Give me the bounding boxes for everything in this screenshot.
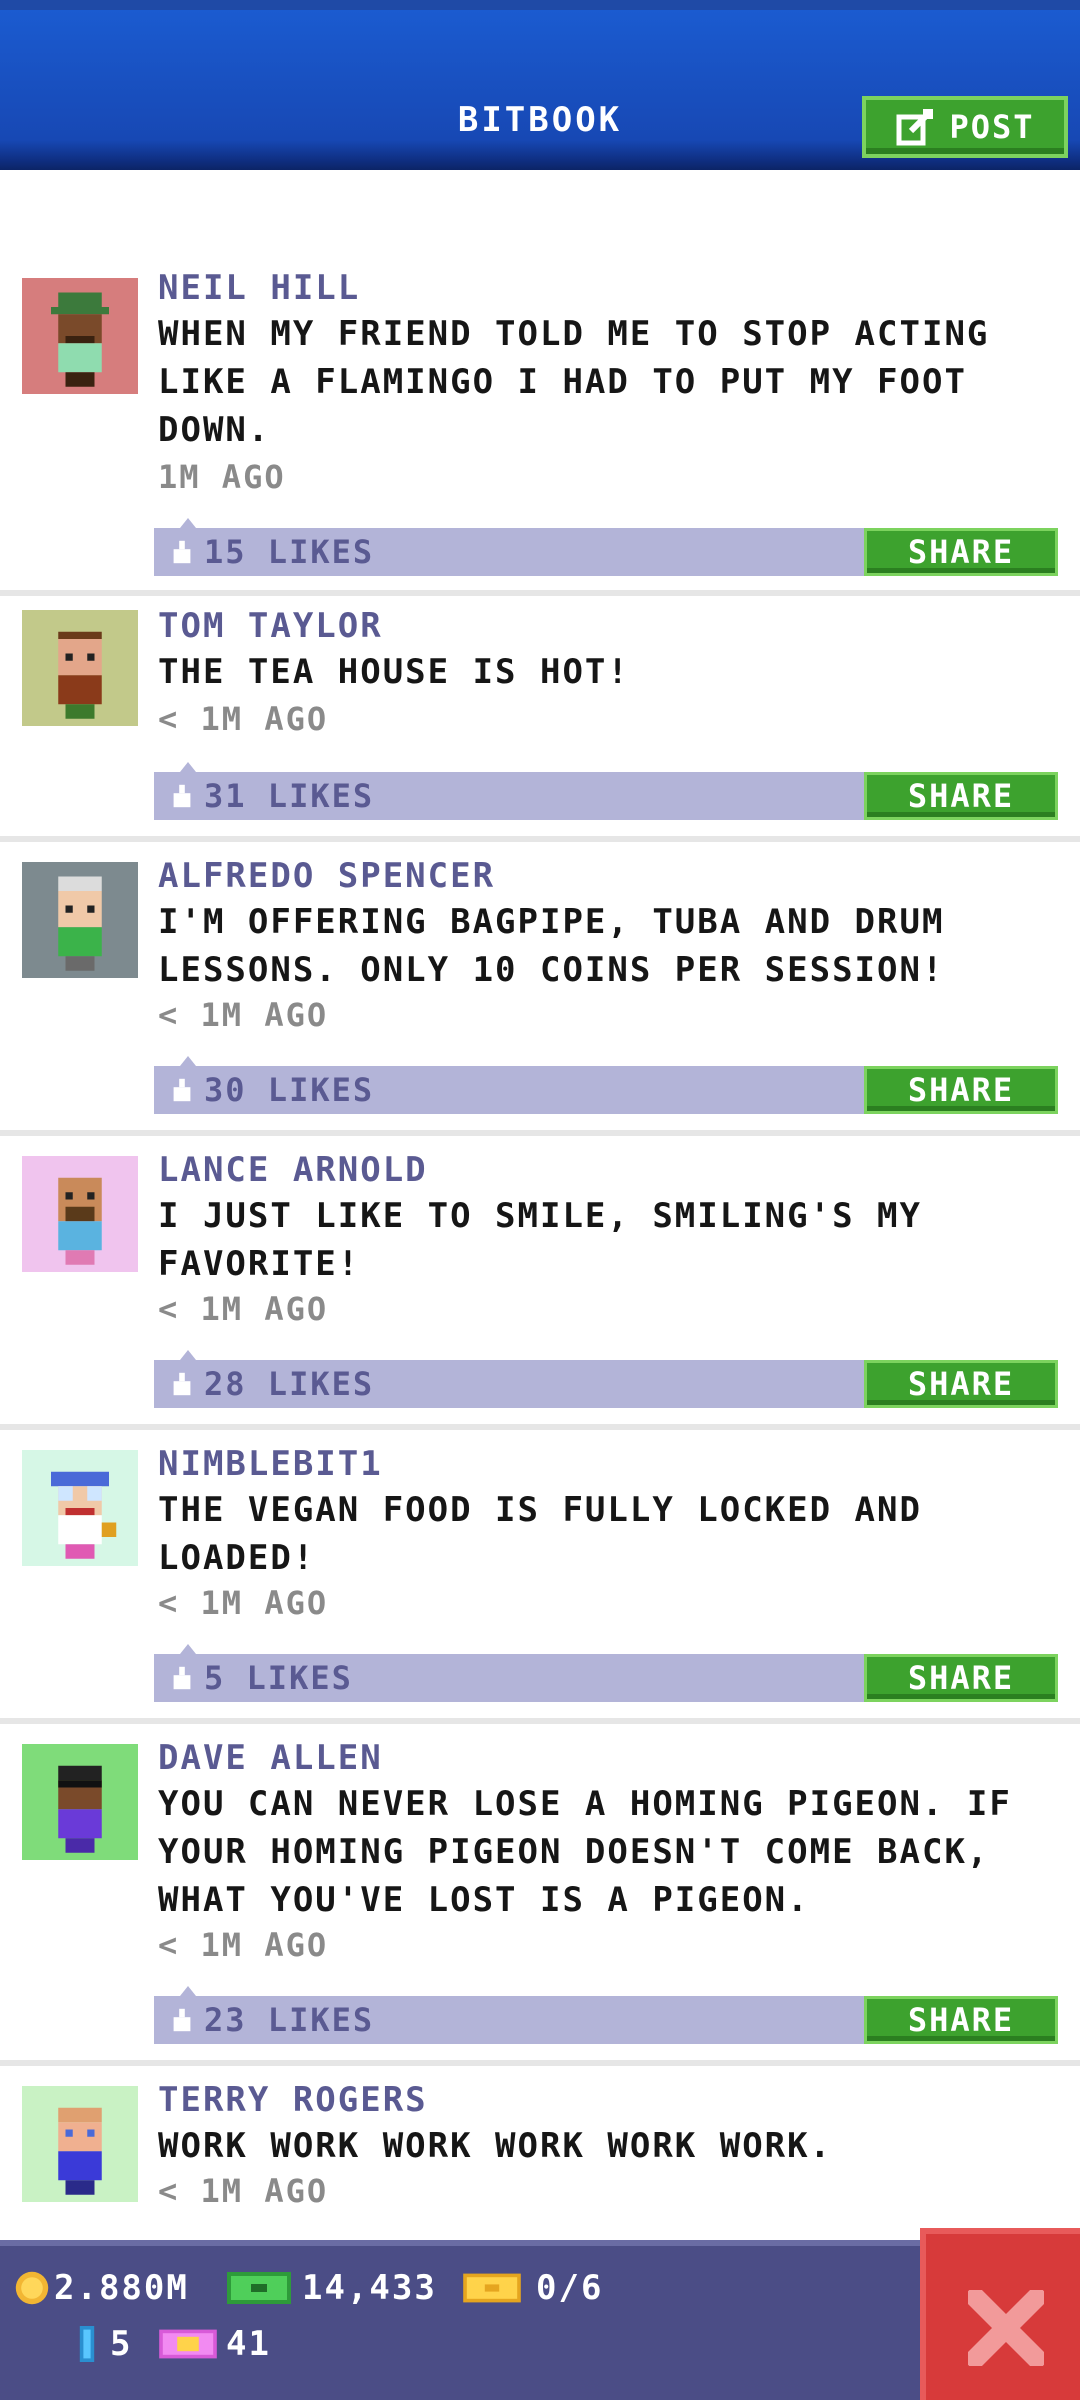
- avatar-icon: [58, 1765, 102, 1853]
- share-button[interactable]: SHARE: [864, 1360, 1058, 1408]
- thumbs-up-icon: [173, 1078, 191, 1102]
- keys-value: 5: [110, 2324, 133, 2364]
- avatar[interactable]: [22, 1744, 138, 1860]
- close-icon: [968, 2290, 1044, 2366]
- post-text: THE TEA HOUSE IS HOT!: [158, 652, 630, 692]
- vip-value: 41: [226, 2324, 271, 2364]
- likes-count: 23 LIKES: [204, 2001, 375, 2039]
- likes-count: 31 LIKES: [204, 777, 375, 815]
- post-text: I JUST LIKE TO SMILE, SMILING'S MY FAVOR…: [158, 1196, 922, 1284]
- post-text: WHEN MY FRIEND TOLD ME TO STOP ACTING LI…: [158, 314, 990, 450]
- likes-count: 28 LIKES: [204, 1365, 375, 1403]
- status-bar: 2.880M 14,433 0/6 5 41: [0, 2240, 1080, 2400]
- divider: [0, 1130, 1080, 1136]
- thumbs-up-icon: [173, 2008, 191, 2032]
- post-time: < 1M AGO: [158, 1584, 329, 1622]
- share-button[interactable]: SHARE: [864, 528, 1058, 576]
- avatar-icon: [58, 631, 102, 719]
- vip-stat: 41: [158, 2324, 271, 2364]
- divider: [0, 590, 1080, 596]
- likes-count: 15 LIKES: [204, 533, 375, 571]
- divider: [0, 1424, 1080, 1430]
- avatar[interactable]: [22, 2086, 138, 2202]
- vip-ticket-icon: [159, 2329, 217, 2359]
- likes-bar[interactable]: 5 LIKES: [154, 1644, 864, 1702]
- key-icon: [79, 2326, 95, 2362]
- thumbs-up-icon: [173, 1372, 191, 1396]
- avatar-icon: [58, 876, 102, 971]
- coins-stat: 2.880M: [14, 2268, 189, 2308]
- avatar[interactable]: [22, 1450, 138, 1566]
- avatar[interactable]: [22, 278, 138, 394]
- app-header: BITBOOK POST: [0, 0, 1080, 170]
- coin-icon: [15, 2271, 49, 2305]
- divider: [0, 2060, 1080, 2066]
- likes-count: 30 LIKES: [204, 1071, 375, 1109]
- compose-icon: [896, 109, 934, 146]
- bux-icon: [227, 2272, 291, 2304]
- thumbs-up-icon: [173, 1666, 191, 1690]
- post-time: < 1M AGO: [158, 2172, 329, 2210]
- avatar[interactable]: [22, 610, 138, 726]
- post-time: < 1M AGO: [158, 1926, 329, 1964]
- bux-value: 14,433: [302, 2268, 437, 2308]
- post-author[interactable]: DAVE ALLEN: [158, 1738, 383, 1778]
- likes-bar[interactable]: 31 LIKES: [154, 762, 864, 820]
- thumbs-up-icon: [173, 784, 191, 808]
- keys-stat: 5: [74, 2324, 132, 2364]
- post-text: I'M OFFERING BAGPIPE, TUBA AND DRUM LESS…: [158, 902, 945, 990]
- divider: [0, 1718, 1080, 1724]
- post-time: < 1M AGO: [158, 700, 329, 738]
- feed[interactable]: NEIL HILL WHEN MY FRIEND TOLD ME TO STOP…: [0, 170, 1080, 2240]
- tickets-stat: 0/6: [462, 2268, 603, 2308]
- post-author[interactable]: NIMBLEBIT1: [158, 1444, 383, 1484]
- avatar[interactable]: [22, 1156, 138, 1272]
- ticket-icon: [463, 2273, 521, 2303]
- share-button[interactable]: SHARE: [864, 1996, 1058, 2044]
- divider: [0, 836, 1080, 842]
- tickets-value: 0/6: [536, 2268, 604, 2308]
- post-author[interactable]: TERRY ROGERS: [158, 2080, 428, 2120]
- post-button[interactable]: POST: [862, 96, 1068, 158]
- likes-bar[interactable]: 28 LIKES: [154, 1350, 864, 1408]
- post-text: WORK WORK WORK WORK WORK WORK.: [158, 2126, 833, 2166]
- avatar-icon: [51, 292, 109, 387]
- post-text: YOU CAN NEVER LOSE A HOMING PIGEON. IF Y…: [158, 1784, 1012, 1920]
- avatar-icon: [58, 1177, 102, 1265]
- likes-bar[interactable]: 23 LIKES: [154, 1986, 864, 2044]
- post-time: < 1M AGO: [158, 996, 329, 1034]
- avatar-icon: [58, 2107, 102, 2195]
- avatar[interactable]: [22, 862, 138, 978]
- thumbs-up-icon: [173, 540, 191, 564]
- post-author[interactable]: ALFREDO SPENCER: [158, 856, 495, 896]
- post-button-label: POST: [949, 108, 1035, 146]
- likes-bar[interactable]: 15 LIKES: [154, 518, 864, 576]
- post-author[interactable]: TOM TAYLOR: [158, 606, 383, 646]
- post-time: < 1M AGO: [158, 1290, 329, 1328]
- post-text: THE VEGAN FOOD IS FULLY LOCKED AND LOADE…: [158, 1490, 922, 1578]
- likes-bar[interactable]: 30 LIKES: [154, 1056, 864, 1114]
- share-button[interactable]: SHARE: [864, 1654, 1058, 1702]
- bux-stat: 14,433: [224, 2268, 437, 2308]
- coins-value: 2.880M: [54, 2268, 189, 2308]
- likes-count: 5 LIKES: [204, 1659, 353, 1697]
- close-button[interactable]: [920, 2228, 1080, 2400]
- share-button[interactable]: SHARE: [864, 772, 1058, 820]
- avatar-icon: [51, 1471, 117, 1559]
- post-time: 1M AGO: [158, 458, 286, 496]
- post-author[interactable]: LANCE ARNOLD: [158, 1150, 428, 1190]
- share-button[interactable]: SHARE: [864, 1066, 1058, 1114]
- post-author[interactable]: NEIL HILL: [158, 268, 360, 308]
